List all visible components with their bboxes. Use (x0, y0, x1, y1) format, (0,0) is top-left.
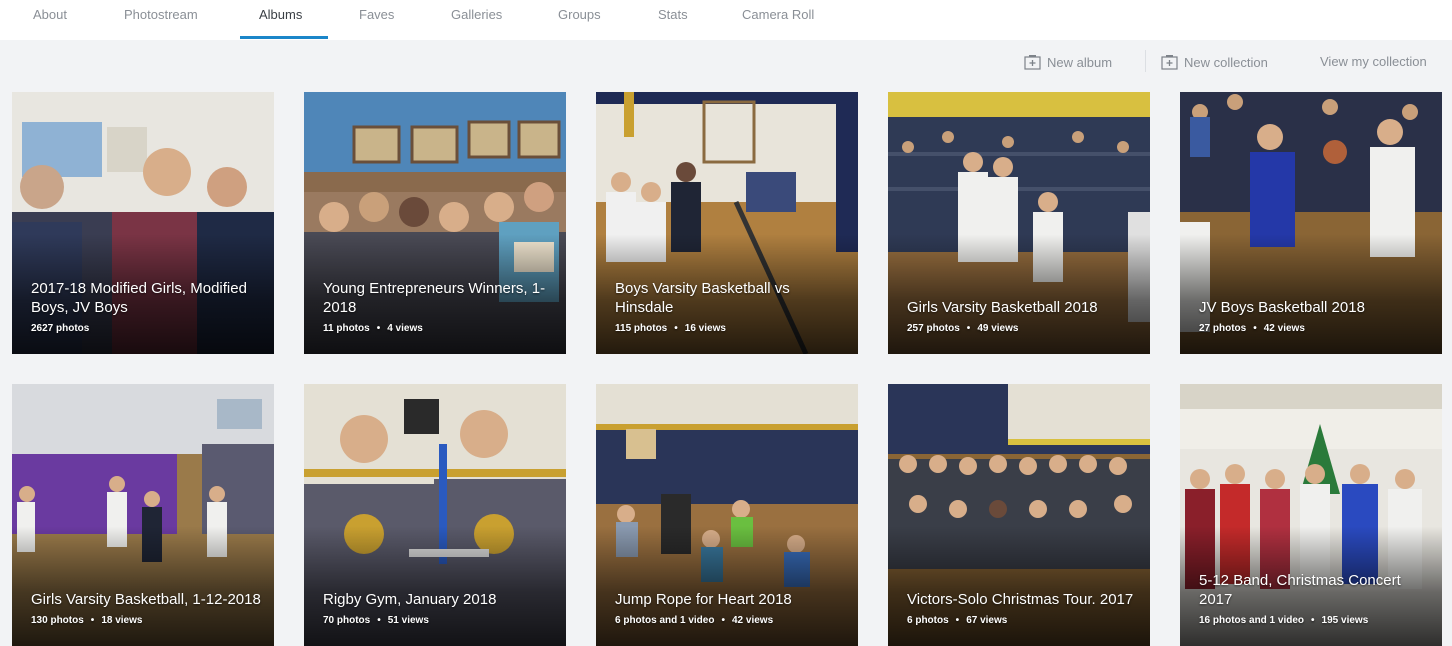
album-stats: 115 photos • 16 views (615, 323, 726, 334)
new-album-icon (1024, 55, 1041, 70)
tab-photostream[interactable]: Photostream (124, 7, 198, 22)
album-stats: 6 photos and 1 video • 42 views (615, 615, 774, 626)
photo-count: 115 photos (615, 323, 668, 334)
new-collection-button[interactable]: New collection (1161, 54, 1268, 70)
album-title: 5-12 Band, Christmas Concert 2017 (1199, 572, 1401, 608)
album-card[interactable]: Girls Varsity Basketball, 1-12-2018 130 … (12, 384, 274, 646)
album-card[interactable]: Girls Varsity Basketball 2018 257 photos… (888, 92, 1150, 354)
new-album-button[interactable]: New album (1024, 54, 1112, 70)
tab-faves[interactable]: Faves (359, 7, 394, 22)
album-stats: 130 photos • 18 views (31, 615, 143, 626)
view-count: 51 views (387, 615, 429, 626)
caption-gradient (596, 526, 858, 646)
caption-gradient (12, 526, 274, 646)
album-card[interactable]: 5-12 Band, Christmas Concert 2017 16 pho… (1180, 384, 1442, 646)
tab-stats[interactable]: Stats (658, 7, 688, 22)
photo-count: 16 photos and 1 video (1199, 615, 1305, 626)
view-count: 49 views (977, 323, 1019, 334)
action-divider (1145, 50, 1146, 72)
album-title: Rigby Gym, January 2018 (323, 591, 497, 608)
caption-gradient (304, 526, 566, 646)
album-card[interactable]: Young Entrepreneurs Winners, 1-2018 11 p… (304, 92, 566, 354)
album-title: Jump Rope for Heart 2018 (615, 591, 792, 608)
tab-about[interactable]: About (33, 7, 67, 22)
album-stats: 2627 photos (31, 323, 89, 334)
view-count: 42 views (1263, 323, 1305, 334)
view-count: 18 views (101, 615, 143, 626)
view-collections-link[interactable]: View my collection (1320, 54, 1427, 69)
new-album-label: New album (1047, 54, 1113, 70)
photo-count: 27 photos (1199, 323, 1247, 334)
new-collection-icon (1161, 55, 1178, 70)
album-title: JV Boys Basketball 2018 (1199, 299, 1365, 316)
album-title: Young Entrepreneurs Winners, 1-2018 (323, 280, 546, 316)
album-title: Girls Varsity Basketball, 1-12-2018 (31, 591, 261, 608)
album-card[interactable]: JV Boys Basketball 2018 27 photos • 42 vie… (1180, 92, 1442, 354)
album-card[interactable]: Jump Rope for Heart 2018 6 photos and 1 … (596, 384, 858, 646)
caption-gradient (888, 526, 1150, 646)
photo-count: 11 photos (323, 323, 370, 334)
album-stats: 11 photos • 4 views (323, 323, 423, 334)
view-count: 4 views (387, 323, 423, 334)
album-title: Boys Varsity Basketball vs Hinsdale (615, 280, 790, 316)
album-card[interactable]: Victors-Solo Christmas Tour. 2017 6 phot… (888, 384, 1150, 646)
album-stats: 6 photos • 67 views (907, 615, 1008, 626)
tab-groups[interactable]: Groups (558, 7, 601, 22)
album-title: Girls Varsity Basketball 2018 (907, 299, 1098, 316)
photo-count: 6 photos and 1 video (615, 615, 715, 626)
caption-gradient (888, 234, 1150, 354)
album-card[interactable]: Boys Varsity Basketball vs Hinsdale 115 … (596, 92, 858, 354)
photo-count: 2627 photos (31, 323, 90, 334)
view-count: 42 views (731, 615, 774, 626)
album-card[interactable]: 2017-18 Modified Girls, Modified Boys, J… (12, 92, 274, 354)
caption-gradient (1180, 234, 1442, 354)
album-stats: 70 photos • 51 views (323, 615, 429, 626)
view-count: 195 views (1321, 615, 1369, 626)
photo-count: 70 photos (323, 615, 371, 626)
view-collections-label: View my collection (1320, 54, 1427, 69)
photo-count: 6 photos (907, 615, 949, 626)
tab-albums[interactable]: Albums (259, 7, 302, 22)
album-stats: 27 photos • 42 views (1199, 323, 1305, 334)
active-tab-indicator (240, 36, 328, 39)
photo-count: 130 photos (31, 615, 84, 626)
album-title: 2017-18 Modified Girls, Modified Boys, J… (31, 280, 247, 316)
tab-galleries[interactable]: Galleries (451, 7, 502, 22)
view-count: 67 views (966, 615, 1008, 626)
new-collection-label: New collection (1184, 54, 1268, 70)
album-title: Victors-Solo Christmas Tour. 2017 (907, 591, 1134, 608)
album-stats: 257 photos • 49 views (907, 323, 1019, 334)
profile-nav-bar: About Photostream Albums Faves Galleries… (0, 0, 1452, 40)
album-stats: 16 photos and 1 video • 195 views (1199, 615, 1369, 626)
view-count: 16 views (684, 323, 726, 334)
tab-camera-roll[interactable]: Camera Roll (742, 7, 814, 22)
photo-count: 257 photos (907, 323, 960, 334)
album-card[interactable]: Rigby Gym, January 2018 70 photos • 51 vie… (304, 384, 566, 646)
